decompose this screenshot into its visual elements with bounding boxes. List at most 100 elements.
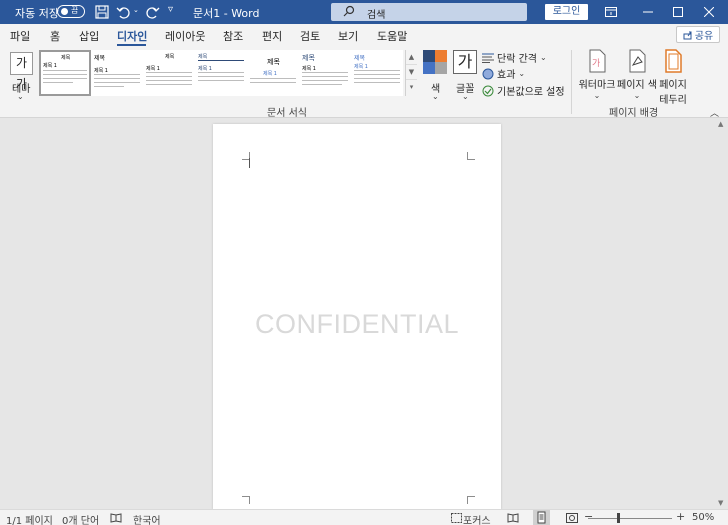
tab-help[interactable]: 도움말 bbox=[377, 28, 407, 44]
word-count[interactable]: 0개 단어 bbox=[62, 512, 99, 525]
language-indicator[interactable]: 한국어 bbox=[133, 512, 161, 525]
page-borders-button[interactable]: 페이지 테두리 bbox=[657, 49, 689, 106]
search-icon bbox=[343, 5, 355, 17]
gallery-more-icon[interactable]: ▾ bbox=[406, 80, 417, 95]
zoom-slider-thumb[interactable] bbox=[617, 513, 620, 523]
thumb-heading: 제목 bbox=[267, 58, 280, 66]
ribbon-tabs: 파일 홈 삽입 디자인 레이아웃 참조 편지 검토 보기 도움말 공유 bbox=[0, 24, 728, 46]
style-set-thumbnail[interactable]: 제목 제목 1 bbox=[39, 50, 91, 96]
set-as-default-button[interactable]: 기본값으로 설정 bbox=[482, 83, 565, 98]
tab-view[interactable]: 보기 bbox=[338, 28, 358, 44]
focus-icon bbox=[451, 513, 462, 523]
share-label: 공유 bbox=[694, 31, 714, 42]
page-borders-label-2: 테두리 bbox=[659, 95, 687, 106]
color-swatch-orange bbox=[435, 50, 447, 62]
text-cursor bbox=[249, 158, 250, 168]
tab-design[interactable]: 디자인 bbox=[117, 28, 147, 44]
style-set-thumbnail[interactable]: 제목 제목 1 bbox=[299, 50, 351, 96]
page-borders-label-1: 페이지 bbox=[659, 80, 687, 91]
thumb-heading: 제목 bbox=[198, 54, 208, 60]
tab-review[interactable]: 검토 bbox=[300, 28, 320, 44]
margin-marker-top-right bbox=[467, 152, 475, 160]
style-set-thumbnail[interactable]: 제목 제목 1 bbox=[351, 50, 403, 96]
document-page[interactable]: CONFIDENTIAL bbox=[213, 124, 501, 510]
zoom-out-icon[interactable]: − bbox=[584, 510, 593, 523]
ribbon-display-icon bbox=[605, 7, 617, 17]
thumb-heading: 제목 bbox=[61, 55, 71, 61]
undo-icon[interactable] bbox=[115, 3, 133, 21]
customize-toolbar-icon[interactable]: ▿ bbox=[168, 4, 186, 22]
tab-insert[interactable]: 삽입 bbox=[79, 28, 99, 44]
save-icon[interactable] bbox=[93, 3, 111, 21]
chevron-down-icon: ⌄ bbox=[518, 69, 526, 78]
minimize-button[interactable] bbox=[633, 0, 663, 24]
paragraph-spacing-button[interactable]: 단락 간격 ⌄ bbox=[482, 50, 547, 65]
autosave-state: 끔 bbox=[71, 6, 79, 15]
tab-mailings[interactable]: 편지 bbox=[262, 28, 282, 44]
fonts-button[interactable]: 가 글꼴 ⌄ bbox=[453, 50, 477, 102]
print-layout-button[interactable] bbox=[533, 510, 550, 525]
colors-button[interactable]: 색 ⌄ bbox=[423, 50, 447, 102]
themes-button[interactable]: 가가 테마 ⌄ bbox=[6, 49, 36, 101]
gallery-scroll-down-icon[interactable]: ▼ bbox=[406, 65, 417, 80]
document-canvas: CONFIDENTIAL ▲ ▼ bbox=[0, 118, 728, 510]
tab-file[interactable]: 파일 bbox=[10, 28, 30, 44]
page-color-icon bbox=[629, 49, 646, 73]
style-set-thumbnail[interactable]: 제목 제목 1 bbox=[143, 50, 195, 96]
ribbon-display-options-button[interactable] bbox=[596, 0, 626, 24]
page-borders-icon bbox=[665, 49, 682, 73]
effects-button[interactable]: 효과 ⌄ bbox=[482, 66, 525, 81]
color-swatch-blue bbox=[423, 62, 435, 74]
read-mode-icon[interactable] bbox=[507, 513, 519, 523]
thumb-heading: 제목 bbox=[94, 55, 106, 62]
focus-mode-button[interactable]: 포커스 bbox=[463, 512, 491, 525]
watermark-button[interactable]: 가 워터마크 ⌄ bbox=[578, 49, 616, 100]
page-background-group-label: 페이지 배경 bbox=[609, 108, 659, 119]
tab-home[interactable]: 홈 bbox=[50, 28, 60, 44]
login-button[interactable]: 로그인 bbox=[545, 4, 588, 20]
web-layout-icon[interactable] bbox=[566, 513, 578, 523]
document-title: 문서1 - Word bbox=[193, 7, 260, 20]
svg-text:가: 가 bbox=[592, 58, 600, 69]
thumb-heading: 제목 bbox=[165, 54, 175, 60]
thumb-heading: 제목 bbox=[302, 54, 315, 62]
tab-layout[interactable]: 레이아웃 bbox=[165, 28, 205, 44]
page-color-label: 페이지 색 bbox=[617, 80, 657, 91]
vertical-scrollbar[interactable]: ▲ ▼ bbox=[716, 118, 728, 509]
watermark-label: 워터마크 bbox=[578, 80, 616, 91]
gallery-scroll: ▲ ▼ ▾ bbox=[405, 50, 417, 96]
scroll-up-icon[interactable]: ▲ bbox=[718, 120, 723, 128]
thumb-heading: 제목 bbox=[354, 55, 366, 62]
chevron-down-icon: ⌄ bbox=[539, 53, 547, 62]
close-button[interactable] bbox=[694, 0, 724, 24]
page-color-button[interactable]: 페이지 색 ⌄ bbox=[617, 49, 657, 100]
zoom-level[interactable]: 50% bbox=[692, 512, 714, 523]
tab-references[interactable]: 참조 bbox=[223, 28, 243, 44]
color-swatch-navy bbox=[423, 50, 435, 62]
style-set-thumbnail[interactable]: 제목 제목 1 bbox=[91, 50, 143, 96]
scroll-down-icon[interactable]: ▼ bbox=[718, 499, 723, 507]
style-set-thumbnail[interactable]: 제목 제목 1 bbox=[195, 50, 247, 96]
style-set-thumbnail[interactable]: 제목 제목 1 bbox=[247, 50, 299, 96]
search-input[interactable]: 검색 bbox=[331, 3, 527, 21]
ribbon: 가가 테마 ⌄ 제목 제목 1 제목 제목 1 제목 제목 1 제목 제목 1 … bbox=[0, 46, 728, 119]
minimize-icon bbox=[643, 11, 653, 13]
themes-icon: 가가 bbox=[10, 52, 33, 91]
autosave-toggle[interactable]: 끔 bbox=[57, 5, 85, 18]
redo-icon[interactable] bbox=[143, 3, 161, 21]
autosave-label: 자동 저장 bbox=[15, 7, 59, 20]
document-format-gallery: 제목 제목 1 제목 제목 1 제목 제목 1 제목 제목 1 제목 제목 1 … bbox=[38, 50, 405, 102]
chevron-down-icon: ⌄ bbox=[462, 92, 469, 101]
toggle-knob bbox=[61, 8, 68, 15]
thumb-subheading: 제목 1 bbox=[263, 71, 277, 77]
thumb-subheading: 제목 1 bbox=[94, 68, 108, 74]
page-count[interactable]: 1/1 페이지 bbox=[6, 512, 53, 525]
thumb-subheading: 제목 1 bbox=[146, 66, 160, 72]
share-button[interactable]: 공유 bbox=[676, 26, 720, 43]
zoom-in-icon[interactable]: + bbox=[676, 510, 685, 523]
proofing-icon[interactable] bbox=[110, 513, 122, 523]
zoom-slider[interactable] bbox=[588, 518, 672, 519]
paragraph-spacing-label: 단락 간격 bbox=[497, 54, 537, 65]
gallery-scroll-up-icon[interactable]: ▲ bbox=[406, 50, 417, 65]
maximize-button[interactable] bbox=[663, 0, 693, 24]
